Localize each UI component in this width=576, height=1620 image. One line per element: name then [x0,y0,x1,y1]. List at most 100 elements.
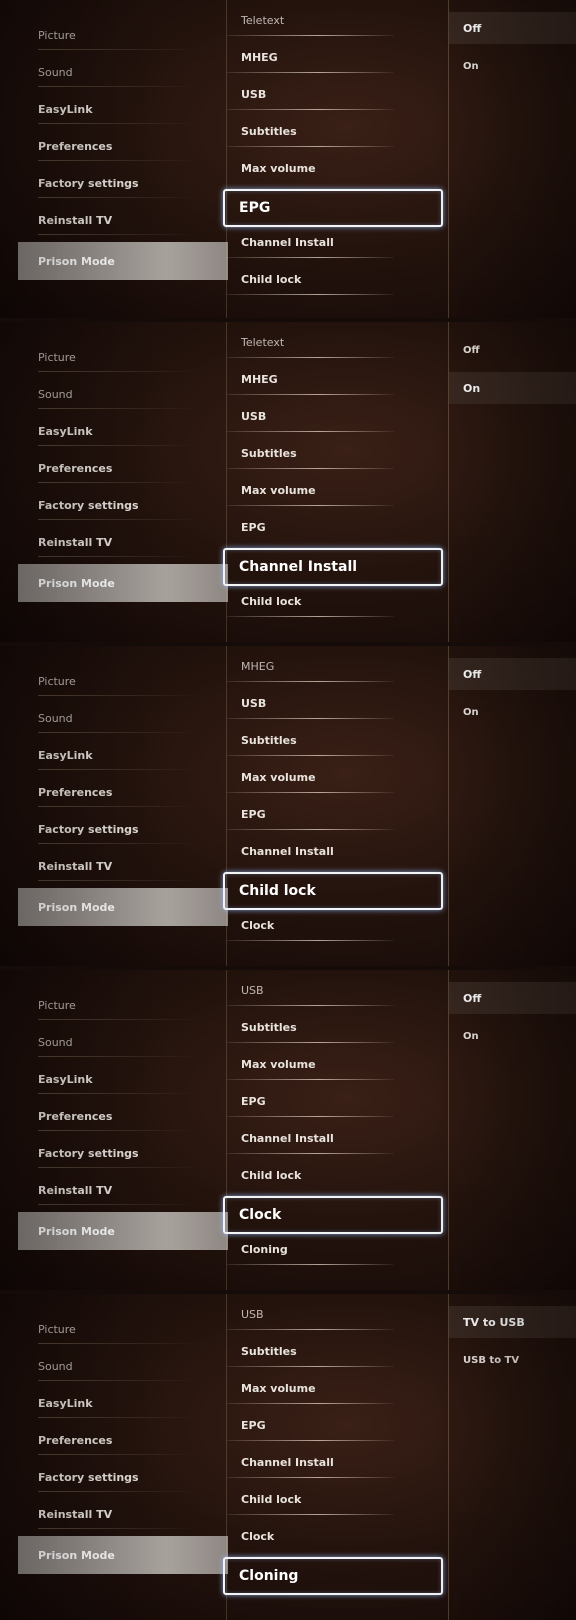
option-item-child-lock[interactable]: Child lock [223,872,443,910]
option-item-cloning[interactable]: Cloning [223,1557,443,1595]
option-item-mheg[interactable]: MHEG [227,650,449,682]
category-item-prison-mode[interactable]: Prison Mode [18,1536,228,1574]
value-option-on[interactable]: On [449,696,576,728]
option-item-usb[interactable]: USB [227,400,449,432]
option-item-max-volume[interactable]: Max volume [227,152,449,184]
category-item-easylink[interactable]: EasyLink [18,94,228,124]
option-item-epg[interactable]: EPG [227,1085,449,1117]
category-item-picture[interactable]: Picture [18,666,228,696]
option-item-clock[interactable]: Clock [223,1196,443,1234]
category-item-picture[interactable]: Picture [18,1314,228,1344]
category-item-reinstall-tv[interactable]: Reinstall TV [18,1499,228,1529]
category-item-factory-settings[interactable]: Factory settings [18,1462,228,1492]
option-item-channel-install[interactable]: Channel Install [227,835,449,867]
option-item-subtitles[interactable]: Subtitles [227,1335,449,1367]
row-divider [38,1167,198,1168]
category-item-sound[interactable]: Sound [18,1027,228,1057]
option-item-child-lock[interactable]: Child lock [227,263,449,295]
category-item-reinstall-tv[interactable]: Reinstall TV [18,851,228,881]
option-item-label: Max volume [241,770,316,784]
category-item-label: Preferences [38,785,113,799]
category-item-picture[interactable]: Picture [18,990,228,1020]
value-option-off[interactable]: Off [449,658,576,690]
option-item-channel-install[interactable]: Channel Install [223,548,443,586]
option-item-clock[interactable]: Clock [227,1520,449,1552]
option-item-subtitles[interactable]: Subtitles [227,724,449,756]
option-item-child-lock[interactable]: Child lock [227,1159,449,1191]
option-item-label: Max volume [241,483,316,497]
category-item-picture[interactable]: Picture [18,20,228,50]
category-item-label: Picture [38,28,76,42]
option-item-max-volume[interactable]: Max volume [227,1372,449,1404]
category-item-label: Picture [38,1322,76,1336]
option-item-cloning[interactable]: Cloning [227,1233,449,1265]
option-item-teletext[interactable]: Teletext [227,4,449,36]
category-item-factory-settings[interactable]: Factory settings [18,1138,228,1168]
category-item-factory-settings[interactable]: Factory settings [18,168,228,198]
category-item-preferences[interactable]: Preferences [18,1101,228,1131]
option-item-epg[interactable]: EPG [227,1409,449,1441]
category-item-preferences[interactable]: Preferences [18,453,228,483]
option-item-usb[interactable]: USB [227,687,449,719]
category-item-reinstall-tv[interactable]: Reinstall TV [18,205,228,235]
category-item-preferences[interactable]: Preferences [18,131,228,161]
category-item-sound[interactable]: Sound [18,57,228,87]
category-item-picture[interactable]: Picture [18,342,228,372]
category-item-label: Preferences [38,1433,113,1447]
option-item-epg[interactable]: EPG [223,189,443,227]
category-item-prison-mode[interactable]: Prison Mode [18,1212,228,1250]
value-option-usb-to-tv[interactable]: USB to TV [449,1344,576,1376]
option-item-epg[interactable]: EPG [227,798,449,830]
category-item-easylink[interactable]: EasyLink [18,1388,228,1418]
option-item-child-lock[interactable]: Child lock [227,1483,449,1515]
option-item-channel-install[interactable]: Channel Install [227,1122,449,1154]
value-option-on[interactable]: On [449,1020,576,1052]
option-item-max-volume[interactable]: Max volume [227,1048,449,1080]
category-item-sound[interactable]: Sound [18,703,228,733]
option-item-channel-install[interactable]: Channel Install [227,226,449,258]
option-item-label: USB [241,696,267,710]
category-item-sound[interactable]: Sound [18,1351,228,1381]
option-item-max-volume[interactable]: Max volume [227,474,449,506]
option-item-usb[interactable]: USB [227,974,449,1006]
category-item-easylink[interactable]: EasyLink [18,416,228,446]
category-item-label: Factory settings [38,176,139,190]
value-option-off[interactable]: Off [449,982,576,1014]
option-item-channel-install[interactable]: Channel Install [227,1446,449,1478]
category-item-factory-settings[interactable]: Factory settings [18,814,228,844]
value-option-off[interactable]: Off [449,334,576,366]
category-item-sound[interactable]: Sound [18,379,228,409]
value-option-tv-to-usb[interactable]: TV to USB [449,1306,576,1338]
option-item-subtitles[interactable]: Subtitles [227,115,449,147]
option-item-subtitles[interactable]: Subtitles [227,437,449,469]
category-item-prison-mode[interactable]: Prison Mode [18,242,228,280]
value-option-off[interactable]: Off [449,12,576,44]
value-option-on[interactable]: On [449,50,576,82]
option-item-max-volume[interactable]: Max volume [227,761,449,793]
category-item-easylink[interactable]: EasyLink [18,1064,228,1094]
option-item-subtitles[interactable]: Subtitles [227,1011,449,1043]
category-item-preferences[interactable]: Preferences [18,777,228,807]
category-item-easylink[interactable]: EasyLink [18,740,228,770]
category-item-reinstall-tv[interactable]: Reinstall TV [18,1175,228,1205]
option-item-mheg[interactable]: MHEG [227,363,449,395]
option-item-usb[interactable]: USB [227,78,449,110]
category-item-prison-mode[interactable]: Prison Mode [18,888,228,926]
option-item-usb[interactable]: USB [227,1298,449,1330]
value-option-on[interactable]: On [449,372,576,404]
row-divider [227,718,394,719]
category-item-preferences[interactable]: Preferences [18,1425,228,1455]
row-divider [38,806,198,807]
category-item-factory-settings[interactable]: Factory settings [18,490,228,520]
option-item-mheg[interactable]: MHEG [227,41,449,73]
option-item-clock[interactable]: Clock [227,909,449,941]
category-item-label: Factory settings [38,822,139,836]
category-item-reinstall-tv[interactable]: Reinstall TV [18,527,228,557]
option-item-epg[interactable]: EPG [227,511,449,543]
option-item-label: Subtitles [241,124,297,138]
row-divider [38,49,198,50]
category-item-prison-mode[interactable]: Prison Mode [18,564,228,602]
row-divider [38,556,198,557]
option-item-child-lock[interactable]: Child lock [227,585,449,617]
option-item-teletext[interactable]: Teletext [227,326,449,358]
